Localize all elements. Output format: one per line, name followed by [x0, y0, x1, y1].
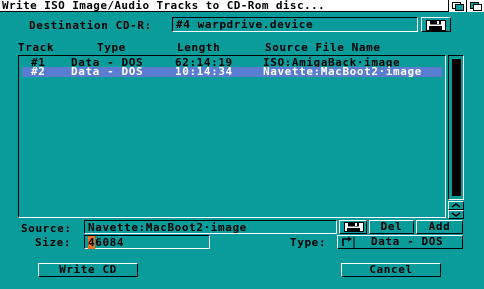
source-value: Navette:MacBoot2·image: [88, 221, 247, 234]
window-title: Write ISO Image/Audio Tracks to CD-Rom d…: [2, 0, 326, 12]
track-number: #2: [31, 65, 46, 78]
column-header-length[interactable]: Length: [177, 41, 220, 54]
add-button[interactable]: Add: [416, 220, 463, 234]
column-header-source[interactable]: Source File Name: [265, 41, 381, 54]
track-source: Navette:MacBoot2·image: [263, 65, 422, 78]
size-label: Size:: [35, 236, 72, 249]
destination-device-button[interactable]: [421, 17, 451, 32]
title-bar[interactable]: Write ISO Image/Audio Tracks to CD-Rom d…: [0, 0, 484, 12]
disk-icon: [426, 20, 446, 31]
destination-label: Destination CD-R:: [29, 19, 152, 32]
size-value: 6084: [95, 236, 125, 249]
source-file-button[interactable]: [339, 220, 367, 234]
source-label: Source:: [21, 222, 72, 235]
type-cycle-button[interactable]: Data - DOS: [337, 235, 463, 249]
track-type: Data - DOS: [71, 65, 144, 78]
cancel-button[interactable]: Cancel: [341, 263, 441, 277]
scroll-down-arrow-icon[interactable]: [448, 210, 464, 219]
del-button[interactable]: Del: [369, 220, 414, 234]
depth-gadget-icon[interactable]: [448, 0, 466, 12]
destination-value: #4 warpdrive.device: [176, 18, 314, 31]
track-row-selected[interactable]: #2 Data - DOS 10:14:34 Navette:MacBoot2·…: [22, 65, 442, 78]
depth-gadget-back-icon[interactable]: [466, 0, 484, 12]
scroll-up-arrow-icon[interactable]: [448, 201, 464, 210]
scroll-knob[interactable]: [452, 59, 461, 196]
size-value-wrap: 46084: [88, 236, 124, 249]
write-cd-window: Write ISO Image/Audio Tracks to CD-Rom d…: [0, 0, 484, 289]
write-cd-button[interactable]: Write CD: [38, 263, 138, 277]
size-field[interactable]: 46084: [84, 235, 210, 249]
disk-icon: [344, 222, 364, 232]
track-list[interactable]: #1 Data - DOS 62:14:19 ISO:AmigaBack·ima…: [18, 55, 446, 218]
source-field[interactable]: Navette:MacBoot2·image: [84, 220, 337, 234]
list-scrollbar[interactable]: [448, 55, 464, 200]
destination-field[interactable]: #4 warpdrive.device: [172, 17, 418, 32]
cycle-icon: [342, 237, 355, 248]
type-label: Type:: [290, 236, 327, 249]
type-value: Data - DOS: [371, 235, 444, 248]
column-header-type[interactable]: Type: [97, 41, 126, 54]
track-length: 10:14:34: [175, 65, 233, 78]
column-header-track[interactable]: Track: [18, 41, 54, 54]
